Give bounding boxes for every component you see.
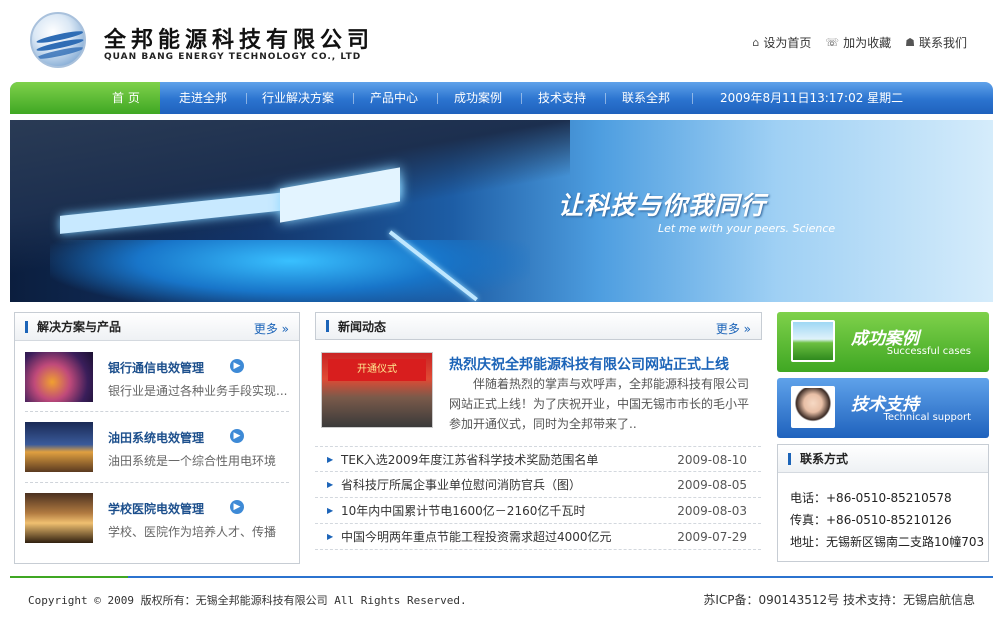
news-date: 2009-07-29 — [677, 530, 747, 544]
contact-panel: 联系方式 电话：+86-0510-85210578 传真：+86-0510-85… — [777, 444, 989, 562]
footer-icp: 苏ICP备：090143512号 技术支持：无锡启航信息 — [703, 593, 975, 607]
hero-banner: 让科技与你我同行 Let me with your peers. Science — [10, 120, 993, 302]
news-row[interactable]: ▶ 10年内中国累计节电1600亿－2160亿千瓦时 2009-08-03 — [315, 498, 761, 524]
products-panel: 解决方案与产品 更多 » 银行通信电效管理 ▶ 银行业是通过各种业务手段实现..… — [14, 312, 300, 564]
news-panel-header: 新闻动态 更多 » — [315, 312, 762, 340]
news-date: 2009-08-03 — [677, 504, 747, 518]
product-thumb-bank — [25, 352, 93, 402]
success-cases-image — [791, 320, 835, 362]
news-row[interactable]: ▶ 中国今明两年重点节能工程投资需求超过4000亿元 2009-07-29 — [315, 524, 761, 550]
tech-support-image — [791, 386, 835, 428]
tech-support-button[interactable]: 技术支持 Technical support — [777, 378, 989, 438]
top-links: ⌂ 设为首页 ☏ 加为收藏 ☗ 联系我们 — [752, 34, 967, 51]
banner-slogan-en: Let me with your peers. Science — [658, 222, 836, 235]
headline-summary: 伴随着热烈的掌声与欢呼声，全邦能源科技有限公司网站正式上线！为了庆祝开业，中国无… — [449, 377, 750, 431]
footer-copyright: Copyright © 2009 版权所有：无锡全邦能源科技有限公司 All R… — [28, 594, 467, 607]
brand-name-en: QUAN BANG ENERGY TECHNOLOGY CO., LTD — [104, 52, 362, 62]
product-thumb-school — [25, 493, 93, 543]
product-thumb-oilfield — [25, 422, 93, 472]
contact-panel-header: 联系方式 — [778, 445, 988, 473]
bullet-icon: ▶ — [327, 480, 334, 489]
contact-us-link[interactable]: ☗ 联系我们 — [905, 34, 967, 51]
nav-item-about[interactable]: 走进全邦 — [179, 82, 227, 114]
news-date: 2009-08-10 — [677, 453, 747, 467]
headline-title[interactable]: 热烈庆祝全邦能源科技有限公司网站正式上线 — [449, 354, 729, 374]
banner-slogan: 让科技与你我同行 — [558, 191, 767, 220]
nav-item-home[interactable]: 首 页 — [112, 82, 140, 114]
success-cases-button[interactable]: 成功案例 Successful cases — [777, 312, 989, 372]
product-desc: 银行业是通过各种业务手段实现... — [108, 384, 288, 398]
news-date: 2009-08-05 — [677, 478, 747, 492]
arrow-right-icon[interactable]: ▶ — [230, 500, 244, 514]
tech-support-label-en: Technical support — [883, 412, 972, 423]
contact-address: 地址：无锡新区锡南二支路10幢703 — [790, 535, 985, 549]
news-row[interactable]: ▶ 省科技厅所属企事业单位慰问消防官兵（图） 2009-08-05 — [315, 472, 761, 498]
company-logo[interactable] — [30, 12, 86, 68]
arrow-right-icon[interactable]: ▶ — [230, 359, 244, 373]
product-name[interactable]: 油田系统电效管理 — [108, 429, 204, 446]
product-item[interactable]: 学校医院电效管理 ▶ 学校、医院作为培养人才、传播 — [25, 493, 287, 551]
bullet-icon: ▶ — [327, 455, 334, 464]
news-title[interactable]: 省科技厅所属企事业单位慰问消防官兵（图） — [341, 478, 581, 492]
success-cases-label-en: Successful cases — [886, 346, 971, 357]
arrow-right-icon[interactable]: ▶ — [230, 429, 244, 443]
products-more-link[interactable]: 更多 » — [254, 320, 289, 337]
nav-item-support[interactable]: 技术支持 — [538, 82, 586, 114]
products-panel-title: 解决方案与产品 — [37, 320, 122, 334]
news-list: ▶ TEK入选2009年度江苏省科学技术奖励范围名单 2009-08-10 ▶ … — [315, 446, 761, 550]
contact-fax: 传真：+86-0510-85210126 — [790, 513, 952, 527]
news-title[interactable]: TEK入选2009年度江苏省科学技术奖励范围名单 — [341, 453, 598, 467]
bullet-icon: ▶ — [327, 506, 334, 515]
product-desc: 油田系统是一个综合性用电环境 — [108, 454, 277, 468]
home-icon: ⌂ — [752, 36, 760, 49]
product-item[interactable]: 油田系统电效管理 ▶ 油田系统是一个综合性用电环境 — [25, 422, 287, 480]
nav-item-cases[interactable]: 成功案例 — [454, 82, 502, 114]
bullet-icon: ▶ — [327, 532, 334, 541]
main-nav: 首 页 走进全邦 行业解决方案 产品中心 成功案例 技术支持 联系全邦 2009… — [10, 82, 993, 114]
product-name[interactable]: 学校医院电效管理 — [108, 500, 204, 517]
brand-name-cn: 全邦能源科技有限公司 — [104, 27, 375, 53]
nav-datetime: 2009年8月11日13:17:02 星期二 — [720, 91, 904, 105]
news-title[interactable]: 中国今明两年重点节能工程投资需求超过4000亿元 — [341, 530, 612, 544]
nav-item-contact[interactable]: 联系全邦 — [622, 82, 670, 114]
news-panel: 新闻动态 更多 » 开通仪式 热烈庆祝全邦能源科技有限公司网站正式上线 伴随着热… — [315, 312, 762, 564]
set-homepage-link[interactable]: ⌂ 设为首页 — [752, 34, 811, 51]
favorite-icon: ☏ — [825, 36, 840, 49]
news-row[interactable]: ▶ TEK入选2009年度江苏省科学技术奖励范围名单 2009-08-10 — [315, 446, 761, 472]
nav-item-solutions[interactable]: 行业解决方案 — [262, 82, 334, 114]
news-more-link[interactable]: 更多 » — [716, 320, 751, 337]
news-panel-title: 新闻动态 — [338, 319, 387, 334]
footer-divider — [10, 576, 993, 578]
contact-phone: 电话：+86-0510-85210578 — [790, 491, 952, 505]
product-item[interactable]: 银行通信电效管理 ▶ 银行业是通过各种业务手段实现... — [25, 352, 287, 410]
nav-item-products[interactable]: 产品中心 — [370, 82, 418, 114]
contact-icon: ☗ — [905, 36, 915, 49]
headline-image-banner: 开通仪式 — [328, 359, 426, 381]
news-title[interactable]: 10年内中国累计节电1600亿－2160亿千瓦时 — [341, 504, 585, 518]
add-favorite-link[interactable]: ☏ 加为收藏 — [825, 34, 891, 51]
product-name[interactable]: 银行通信电效管理 — [108, 359, 204, 376]
products-panel-header: 解决方案与产品 更多 » — [15, 313, 299, 341]
banner-water — [50, 240, 530, 302]
contact-panel-title: 联系方式 — [800, 452, 849, 466]
product-desc: 学校、医院作为培养人才、传播 — [108, 525, 277, 539]
headline-image[interactable]: 开通仪式 — [321, 352, 433, 428]
